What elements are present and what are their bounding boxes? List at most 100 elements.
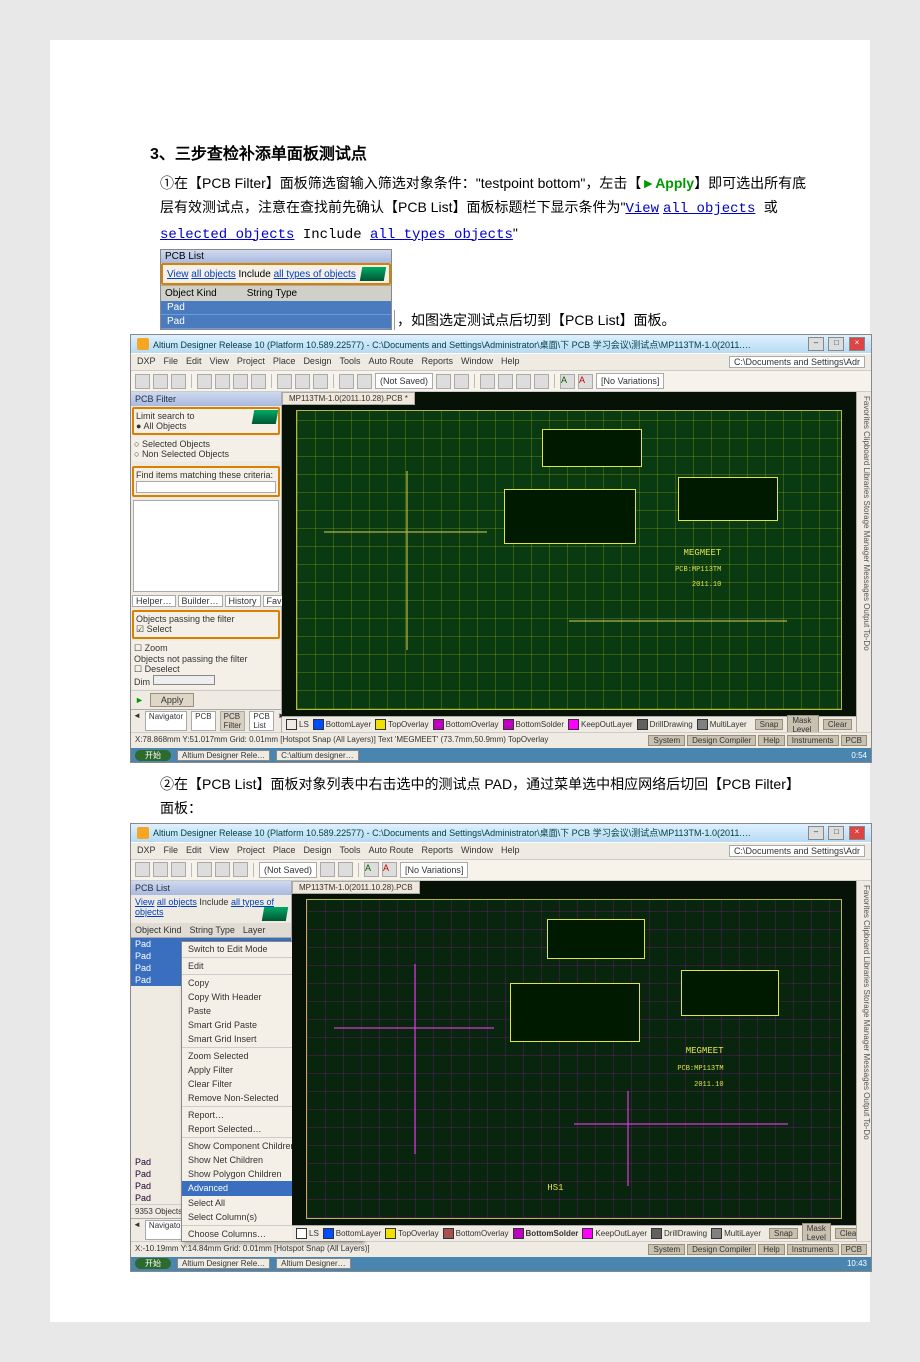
- col-layer[interactable]: Layer: [243, 925, 266, 935]
- tab-navigator[interactable]: Navigator: [145, 711, 187, 731]
- start-button[interactable]: 开始: [135, 1258, 171, 1269]
- link-all-objects[interactable]: all objects: [663, 201, 755, 217]
- checkbox-deselect[interactable]: ☐ Deselect: [134, 664, 278, 675]
- layer-ls[interactable]: LS: [286, 719, 309, 730]
- layer-keepout[interactable]: KeepOutLayer: [582, 1228, 647, 1239]
- col-object-kind[interactable]: Object Kind: [135, 925, 182, 935]
- menu-view[interactable]: View: [210, 356, 229, 368]
- menu-help[interactable]: Help: [501, 356, 520, 368]
- layer-keepout[interactable]: KeepOutLayer: [568, 719, 633, 730]
- tab-pcb-filter[interactable]: PCB Filter: [220, 711, 246, 731]
- layer-multi[interactable]: MultiLayer: [697, 719, 747, 730]
- mask-level-button[interactable]: Mask Level: [787, 715, 819, 733]
- mask-level-button[interactable]: Mask Level: [802, 1223, 831, 1241]
- col-string-type[interactable]: String Type: [190, 925, 235, 935]
- menu-autoroute[interactable]: Auto Route: [368, 845, 413, 857]
- pcb-canvas[interactable]: MP113TM-1.0(2011.10.28).PCB MEGMEET PCB:…: [292, 881, 856, 1241]
- toolbar-icon[interactable]: [534, 374, 549, 389]
- toolbar-icon[interactable]: [357, 374, 372, 389]
- status-instruments[interactable]: Instruments: [787, 1244, 839, 1255]
- toolbar-icon[interactable]: [454, 374, 469, 389]
- toolbar-icon[interactable]: [320, 862, 335, 877]
- toolbar-icon[interactable]: [295, 374, 310, 389]
- variations-drop[interactable]: [No Variations]: [400, 862, 468, 878]
- taskbar-item[interactable]: Altium Designer Rele…: [177, 1258, 270, 1269]
- toolbar-icon[interactable]: [251, 374, 266, 389]
- toolbar-icon[interactable]: [313, 374, 328, 389]
- toolbar-icon[interactable]: [338, 862, 353, 877]
- status-pcb[interactable]: PCB: [841, 735, 867, 746]
- layer-bottomoverlay[interactable]: BottomOverlay: [433, 719, 499, 730]
- menu-reports[interactable]: Reports: [422, 845, 454, 857]
- snap-button[interactable]: Snap: [769, 1228, 798, 1239]
- link-view[interactable]: View: [625, 201, 659, 217]
- toolbar-icon[interactable]: [215, 862, 230, 877]
- criteria-textarea[interactable]: [133, 500, 279, 592]
- menu-design[interactable]: Design: [303, 845, 331, 857]
- layer-drill[interactable]: DrillDrawing: [651, 1228, 707, 1239]
- col-object-kind[interactable]: Object Kind: [165, 288, 217, 299]
- taskbar-item[interactable]: Altium Designer…: [276, 1258, 350, 1269]
- menu-view[interactable]: View: [210, 845, 229, 857]
- status-help[interactable]: Help: [758, 1244, 784, 1255]
- menu-reports[interactable]: Reports: [422, 356, 454, 368]
- history-button[interactable]: History: [225, 595, 261, 607]
- menu-edit[interactable]: Edit: [186, 845, 202, 857]
- link-all-objects[interactable]: all objects: [157, 897, 197, 907]
- dim-slider[interactable]: [153, 675, 215, 685]
- toolbar-icon[interactable]: [197, 374, 212, 389]
- toolbar-icon[interactable]: [135, 374, 150, 389]
- nav-arrow[interactable]: ◄: [133, 711, 141, 731]
- toolbar-icon[interactable]: [339, 374, 354, 389]
- helper-button[interactable]: Helper…: [132, 595, 176, 607]
- tab-pcb-list[interactable]: PCB List: [249, 711, 273, 731]
- snap-button[interactable]: Snap: [755, 719, 784, 730]
- menu-tools[interactable]: Tools: [339, 845, 360, 857]
- address-field[interactable]: C:\Documents and Settings\Adr: [729, 845, 865, 857]
- toolbar-icon[interactable]: [233, 374, 248, 389]
- not-saved-drop[interactable]: (Not Saved): [259, 862, 317, 878]
- link-view[interactable]: View: [135, 897, 154, 907]
- toolbar-icon[interactable]: [171, 374, 186, 389]
- document-tab[interactable]: MP113TM-1.0(2011.10.28).PCB: [292, 881, 420, 894]
- clear-button[interactable]: Clear: [835, 1228, 856, 1239]
- start-button[interactable]: 开始: [135, 750, 171, 761]
- menu-autoroute[interactable]: Auto Route: [368, 356, 413, 368]
- menu-project[interactable]: Project: [237, 845, 265, 857]
- status-pcb[interactable]: PCB: [841, 1244, 867, 1255]
- menu-window[interactable]: Window: [461, 356, 493, 368]
- toolbar-icon[interactable]: [153, 374, 168, 389]
- link-all-types[interactable]: all types of objects: [274, 269, 356, 280]
- toolbar-icon[interactable]: [135, 862, 150, 877]
- layer-multi[interactable]: MultiLayer: [711, 1228, 761, 1239]
- toolbar-icon[interactable]: [498, 374, 513, 389]
- clear-button[interactable]: Clear: [823, 719, 852, 730]
- layer-bottomoverlay[interactable]: BottomOverlay: [443, 1228, 509, 1239]
- toolbar-icon[interactable]: [215, 374, 230, 389]
- layer-topoverlay[interactable]: TopOverlay: [375, 719, 428, 730]
- menu-file[interactable]: File: [164, 356, 179, 368]
- status-system[interactable]: System: [648, 735, 685, 746]
- layer-bottomsolder[interactable]: BottomSolder: [503, 719, 564, 730]
- menu-place[interactable]: Place: [273, 356, 296, 368]
- right-tabs[interactable]: Favorites Clipboard Libraries Storage Ma…: [856, 881, 871, 1241]
- layer-bottom[interactable]: BottomLayer: [323, 1228, 381, 1239]
- taskbar-item[interactable]: C:\altium designer…: [276, 750, 358, 761]
- toolbar-icon[interactable]: [171, 862, 186, 877]
- close-button[interactable]: ×: [849, 826, 865, 840]
- toolbar-icon[interactable]: [436, 374, 451, 389]
- layer-bottom[interactable]: BottomLayer: [313, 719, 371, 730]
- apply-button[interactable]: Apply: [150, 693, 195, 707]
- radio-selected-objects[interactable]: Selected Objects: [134, 439, 278, 449]
- link-selected-objects[interactable]: selected objects: [160, 227, 294, 243]
- document-tab[interactable]: MP113TM-1.0(2011.10.28).PCB *: [282, 392, 415, 405]
- toolbar-icon[interactable]: [480, 374, 495, 389]
- toolbar-icon[interactable]: A: [382, 862, 397, 877]
- layer-ls[interactable]: LS: [296, 1228, 319, 1239]
- criteria-input[interactable]: [136, 481, 276, 493]
- variations-drop[interactable]: [No Variations]: [596, 373, 664, 389]
- status-system[interactable]: System: [648, 1244, 685, 1255]
- menu-dxp[interactable]: DXP: [137, 356, 156, 368]
- minimize-button[interactable]: –: [808, 826, 824, 840]
- layer-drill[interactable]: DrillDrawing: [637, 719, 693, 730]
